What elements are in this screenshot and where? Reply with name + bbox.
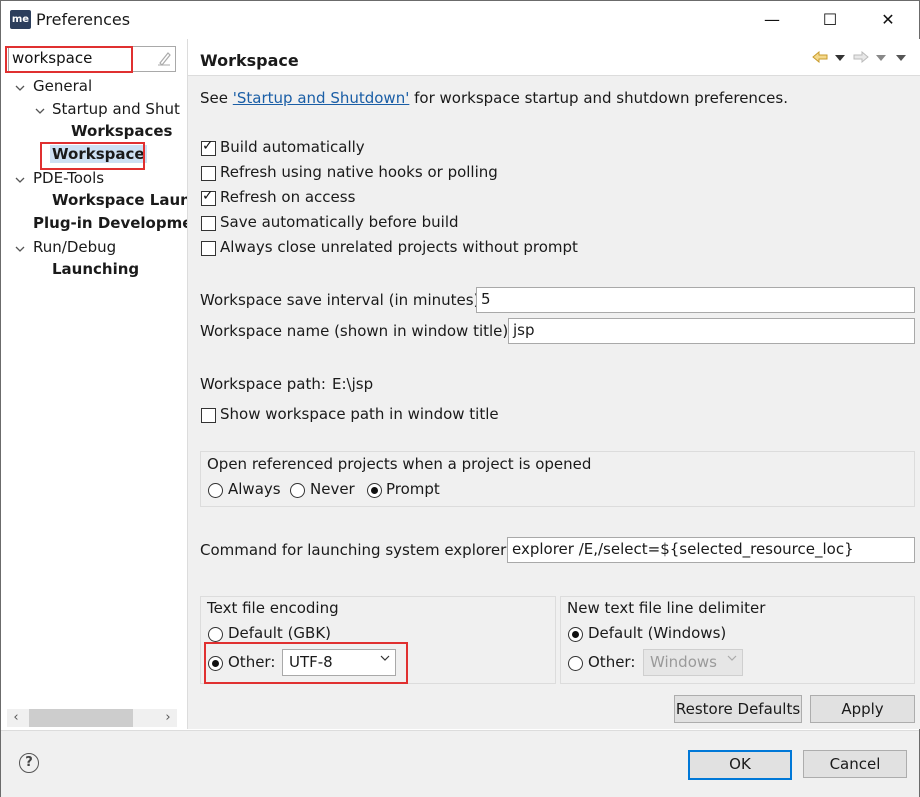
workspace-path-label: Workspace path: <box>200 375 326 393</box>
close-unrelated-checkbox[interactable] <box>201 241 216 256</box>
preference-page: Workspace See 'Startup and Shutdown' for… <box>187 39 920 729</box>
refresh-on-access-label[interactable]: Refresh on access <box>220 188 355 206</box>
tree-item-workspace-launch[interactable]: Workspace Laun <box>52 191 191 209</box>
never-radio[interactable] <box>290 483 305 498</box>
tree-item-pde-tools[interactable]: PDE-Tools <box>33 169 104 187</box>
tree-item-workspaces[interactable]: Workspaces <box>71 122 172 140</box>
tree-item-general[interactable]: General <box>33 77 92 95</box>
window-title: Preferences <box>36 10 131 29</box>
delimiter-other-label[interactable]: Other: <box>588 653 635 671</box>
build-automatically-label[interactable]: Build automatically <box>220 138 365 156</box>
prompt-radio[interactable] <box>367 483 382 498</box>
page-header: Workspace <box>188 39 920 76</box>
save-interval-label: Workspace save interval (in minutes): <box>200 291 485 309</box>
preferences-window: me Preferences — ☐ ✕ General Startup and… <box>0 0 920 797</box>
explorer-command-value: explorer /E,/select=${selected_resource_… <box>512 540 854 558</box>
never-label[interactable]: Never <box>310 480 355 498</box>
encoding-default-label[interactable]: Default (GBK) <box>228 624 331 642</box>
refresh-native-hooks-label[interactable]: Refresh using native hooks or polling <box>220 163 498 181</box>
tree-item-run-debug[interactable]: Run/Debug <box>33 238 116 256</box>
workspace-name-input[interactable]: jsp <box>508 318 915 344</box>
always-label[interactable]: Always <box>228 480 281 498</box>
clear-filter-icon[interactable] <box>157 50 171 66</box>
delimiter-default-label[interactable]: Default (Windows) <box>588 624 726 642</box>
tree-item-plugin-development[interactable]: Plug-in Developme <box>33 214 192 232</box>
tree-item-launching[interactable]: Launching <box>52 260 139 278</box>
close-unrelated-label[interactable]: Always close unrelated projects without … <box>220 238 578 256</box>
expand-startup-icon[interactable] <box>35 106 45 116</box>
show-path-checkbox[interactable] <box>201 408 216 423</box>
line-delimiter-label: New text file line delimiter <box>567 599 766 617</box>
back-arrow-icon[interactable] <box>812 51 828 63</box>
text-encoding-label: Text file encoding <box>207 599 339 617</box>
explorer-command-label: Command for launching system explorer: <box>200 541 512 559</box>
minimize-button[interactable]: — <box>749 6 795 34</box>
view-menu-icon[interactable] <box>896 55 906 61</box>
tree-item-startup-and-shutdown[interactable]: Startup and Shut <box>52 100 180 118</box>
expand-general-icon[interactable] <box>15 83 25 93</box>
refresh-on-access-checkbox[interactable] <box>201 188 216 206</box>
save-before-build-label[interactable]: Save automatically before build <box>220 213 459 231</box>
scroll-left-icon[interactable]: ‹ <box>7 709 25 727</box>
workspace-name-label: Workspace name (shown in window title): <box>200 322 514 340</box>
always-radio[interactable] <box>208 483 223 498</box>
dialog-footer: ? OK Cancel <box>1 730 919 797</box>
see-prefix: See <box>200 89 228 107</box>
ok-button[interactable]: OK <box>688 750 792 780</box>
apply-button[interactable]: Apply <box>810 695 915 723</box>
tree-horizontal-scrollbar[interactable]: ‹ › <box>7 709 177 727</box>
delimiter-other-radio[interactable] <box>568 656 583 671</box>
maximize-button[interactable]: ☐ <box>807 6 853 34</box>
prompt-label[interactable]: Prompt <box>386 480 440 498</box>
workspace-highlight-box <box>40 142 145 170</box>
expand-pde-tools-icon[interactable] <box>15 175 25 185</box>
close-button[interactable]: ✕ <box>865 6 911 34</box>
encoding-highlight-box <box>204 642 408 684</box>
forward-arrow-icon[interactable] <box>853 51 869 63</box>
save-before-build-checkbox[interactable] <box>201 216 216 231</box>
title-bar: me Preferences — ☐ ✕ <box>1 1 919 39</box>
encoding-default-radio[interactable] <box>208 627 223 642</box>
page-title: Workspace <box>200 51 299 70</box>
scroll-thumb[interactable] <box>29 709 133 727</box>
delimiter-default-radio[interactable] <box>568 627 583 642</box>
build-automatically-checkbox[interactable] <box>201 138 216 156</box>
chevron-down-icon <box>727 653 737 666</box>
restore-defaults-button[interactable]: Restore Defaults <box>674 695 802 723</box>
scroll-right-icon[interactable]: › <box>159 709 177 727</box>
cancel-button[interactable]: Cancel <box>803 750 907 778</box>
see-description: See 'Startup and Shutdown' for workspace… <box>200 89 788 107</box>
save-interval-value: 5 <box>481 290 491 308</box>
save-interval-input[interactable]: 5 <box>476 287 915 313</box>
workspace-name-value: jsp <box>513 321 535 339</box>
startup-shutdown-link[interactable]: 'Startup and Shutdown' <box>233 89 410 107</box>
filter-highlight-box <box>5 46 133 73</box>
eclipse-app-icon: me <box>10 10 31 29</box>
delimiter-select-value: Windows <box>650 653 717 671</box>
show-path-label[interactable]: Show workspace path in window title <box>220 405 499 423</box>
help-icon[interactable]: ? <box>19 753 39 773</box>
forward-menu-icon[interactable] <box>876 55 886 61</box>
workspace-path-value: E:\jsp <box>332 375 374 393</box>
explorer-command-input[interactable]: explorer /E,/select=${selected_resource_… <box>507 537 915 563</box>
back-menu-icon[interactable] <box>835 55 845 61</box>
see-suffix: for workspace startup and shutdown prefe… <box>414 89 788 107</box>
preferences-tree-panel: General Startup and Shut Workspaces Work… <box>1 39 192 729</box>
expand-run-debug-icon[interactable] <box>15 244 25 254</box>
open-referenced-label: Open referenced projects when a project … <box>207 455 592 473</box>
delimiter-select: Windows <box>643 649 743 676</box>
refresh-native-hooks-checkbox[interactable] <box>201 166 216 181</box>
